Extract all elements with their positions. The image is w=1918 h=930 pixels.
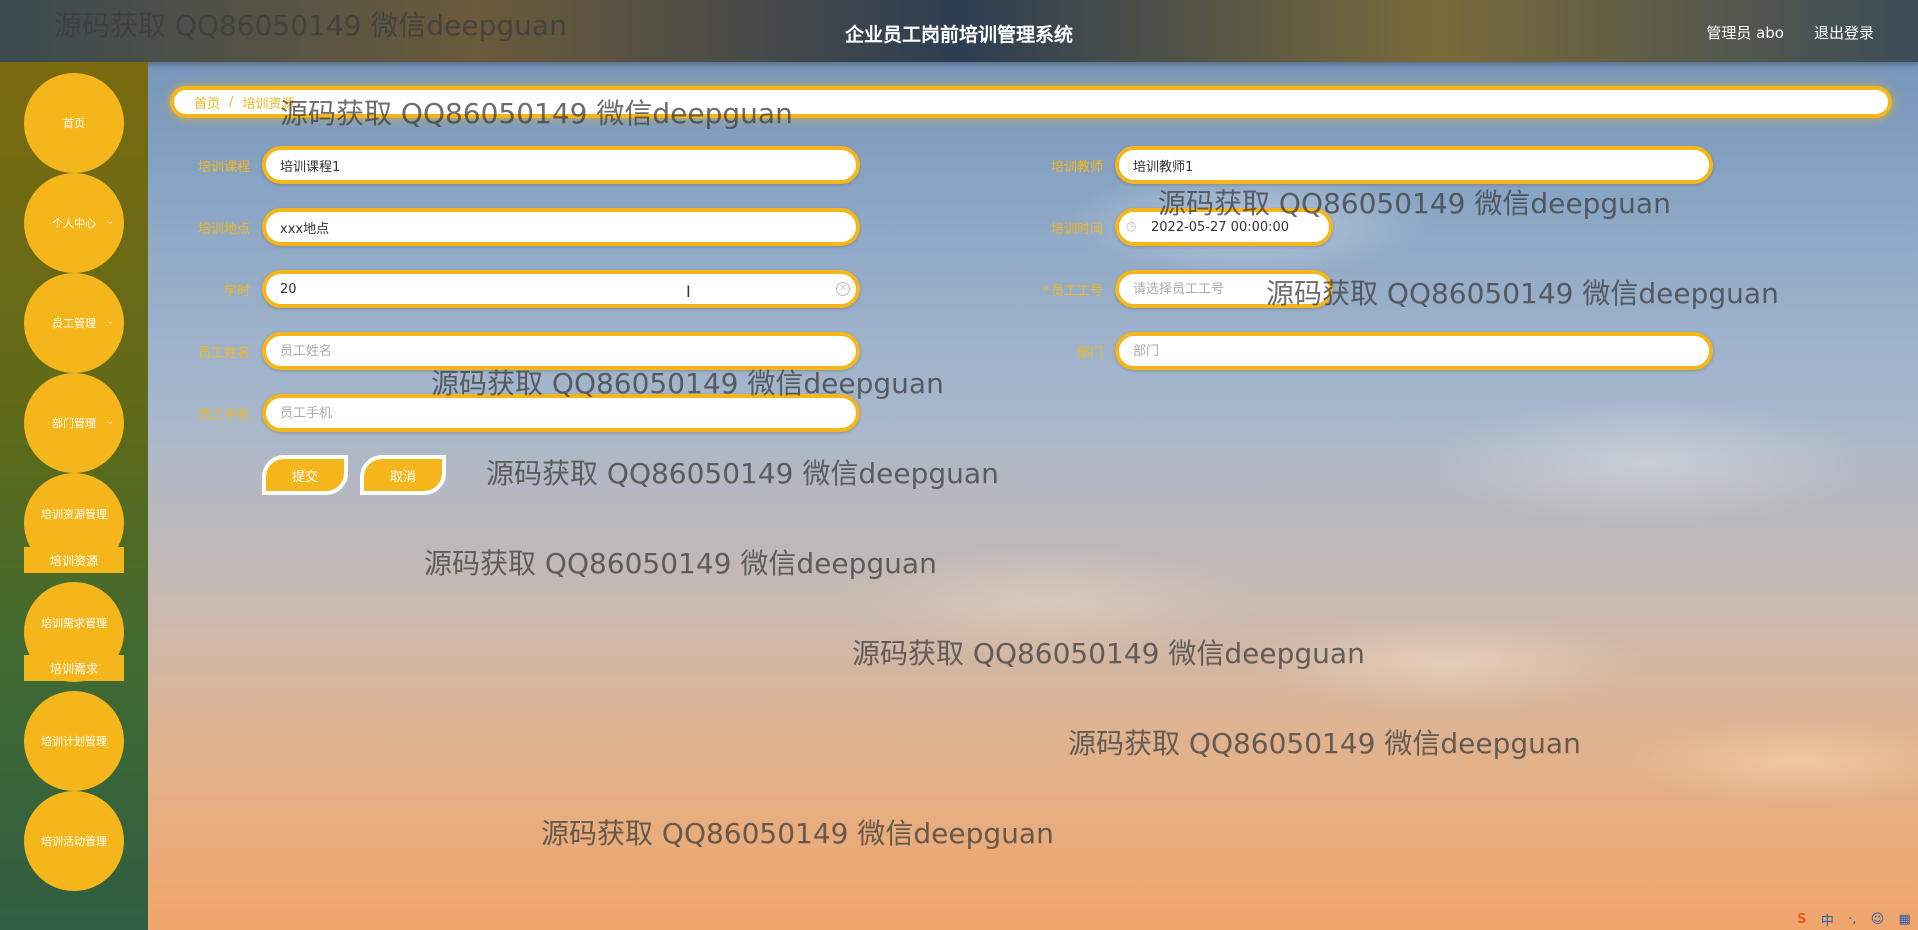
course-label: 培训课程 [197,160,250,175]
time-input[interactable] [1115,208,1333,246]
text-cursor-icon: I [686,282,691,301]
ime-toolbar: S 中 ·, ☺ ▦ [1790,908,1918,930]
employee-phone-input[interactable] [262,394,860,432]
sidebar-item-label: 培训需求 [49,661,98,676]
sidebar-item-profile[interactable]: 个人中心 ⌄ [24,173,124,273]
cancel-button[interactable]: 取消 [360,455,446,495]
location-input[interactable] [262,208,860,246]
course-input[interactable] [262,146,860,184]
ime-language-toggle[interactable]: 中 [1821,910,1834,929]
app-title: 企业员工岗前培训管理系统 [844,24,1073,46]
chevron-down-icon: ⌄ [106,417,114,427]
sidebar-item-label: 培训活动管理 [41,835,107,848]
sidebar-subitem-training-needs[interactable]: 培训需求 [24,655,124,681]
sidebar-item-home[interactable]: 首页 [24,73,124,173]
time-label: 培训时间 [1050,222,1103,237]
breadcrumb-home[interactable]: 首页 [194,93,220,112]
top-header: 企业员工岗前培训管理系统 管理员 abo 退出登录 [0,0,1918,62]
employee-id-label: * 员工工号 [1042,284,1103,299]
employee-id-select[interactable] [1115,270,1333,308]
clock-icon: ◷ [1126,219,1137,233]
sidebar-item-training-plans[interactable]: 培训计划管理 [24,691,124,791]
sidebar-item-label: 培训需求管理 [41,617,107,630]
ime-emoji-icon[interactable]: ☺ [1871,912,1885,927]
sidebar-item-departments[interactable]: 部门管理 ⌄ [24,373,124,473]
sidebar-item-label: 员工管理 [52,317,96,330]
background-sky [148,62,1918,930]
breadcrumb-current: 培训资源 [242,96,295,112]
sidebar-item-label: 部门管理 [52,417,96,430]
employee-name-label: 员工姓名 [197,346,250,361]
chevron-down-icon: ⌄ [106,317,114,327]
ime-punctuation-icon[interactable]: ·, [1848,912,1856,927]
sidebar-item-training-activities[interactable]: 培训活动管理 [24,791,124,891]
hours-label: 学时 [223,284,250,299]
submit-button[interactable]: 提交 [262,455,348,495]
sidebar-item-label: 培训资源管理 [41,508,107,521]
required-icon: * [1042,284,1049,299]
sidebar-subitem-training-resources[interactable]: 培训资源 [24,547,124,573]
department-label: 部门 [1076,346,1103,361]
logout-link[interactable]: 退出登录 [1814,22,1874,43]
department-input[interactable] [1115,332,1713,370]
ime-logo-icon[interactable]: S [1797,912,1806,927]
hours-input[interactable] [262,270,860,308]
clear-icon[interactable]: × [836,282,850,296]
teacher-input[interactable] [1115,146,1713,184]
sidebar-item-label: 培训资源 [49,553,98,568]
teacher-label: 培训教师 [1050,160,1103,175]
breadcrumb-separator: / [229,94,234,110]
employee-phone-label: 员工手机 [197,408,250,423]
chevron-down-icon: ⌄ [106,217,114,227]
current-user: 管理员 abo [1706,24,1784,42]
employee-name-input[interactable] [262,332,860,370]
sidebar-item-label: 首页 [63,117,85,130]
sidebar-item-label: 培训计划管理 [41,735,107,748]
location-label: 培训地点 [197,222,250,237]
sidebar-item-employees[interactable]: 员工管理 ⌄ [24,273,124,373]
sidebar-item-label: 个人中心 [52,217,96,230]
ime-keyboard-icon[interactable]: ▦ [1899,912,1911,927]
breadcrumb: 首页 / 培训资源 [170,86,1892,118]
